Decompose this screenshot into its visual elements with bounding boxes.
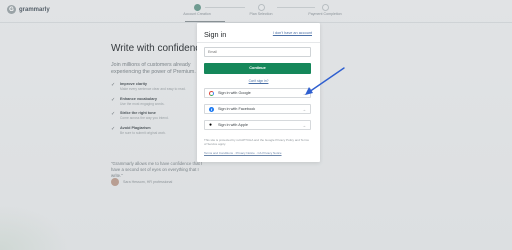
check-icon: ✓	[111, 111, 116, 117]
testimonial-author: Sara Hessom, HR professional	[111, 178, 172, 186]
step-payment-completion: Payment Completion	[303, 4, 347, 16]
testimonial-quote: "Grammarly allows me to have confidence …	[111, 161, 203, 178]
facebook-icon: f	[209, 106, 214, 112]
apple-sign-in-button[interactable]: ● Sign in with Apple →	[204, 120, 311, 130]
feature-item: ✓ Avoid Plagiarism Be sure to submit ori…	[111, 126, 201, 136]
legal-links[interactable]: Terms and Conditions · Privacy Notice · …	[204, 151, 282, 155]
continue-button[interactable]: Continue	[204, 63, 311, 74]
feature-desc: Be sure to submit original work.	[120, 130, 166, 135]
feature-desc: Make every sentence clear and easy to re…	[120, 87, 186, 91]
google-sign-in-label: Sign in with Google	[218, 91, 251, 95]
apple-sign-in-label: Sign in with Apple	[218, 123, 248, 127]
check-icon: ✓	[111, 96, 116, 103]
arrow-right-icon: →	[302, 122, 306, 128]
step-circle-icon	[321, 4, 329, 11]
dialog-title: Sign in	[204, 30, 227, 39]
feature-desc: Come across the way you intend.	[120, 116, 169, 120]
progress-steps: Account Creation Plan Selection Payment …	[175, 4, 345, 20]
author-name: Sara Hessom, HR professional	[123, 180, 173, 184]
facebook-sign-in-label: Sign in with Facebook	[218, 107, 256, 111]
feature-desc: Use the most engaging words.	[120, 101, 165, 106]
grammarly-logo-icon: G	[7, 5, 16, 14]
step-label: Payment Completion	[308, 12, 342, 16]
corner-decoration	[0, 205, 70, 250]
step-circle-icon	[257, 4, 265, 11]
feature-item: ✓ Enhance vocabulary Use the most engagi…	[111, 97, 201, 107]
apple-icon: ●	[209, 121, 213, 128]
page-subtitle: Join millions of customers already exper…	[111, 62, 196, 75]
recaptcha-legal-text: This site is protected by reCAPTCHA and …	[204, 138, 309, 147]
annotation-arrow-icon	[305, 67, 345, 95]
feature-item: ✓ Improve clarity Make every sentence cl…	[111, 82, 201, 92]
google-sign-in-button[interactable]: Sign in with Google →	[204, 88, 311, 98]
avatar	[111, 178, 119, 186]
step-account-creation: Account Creation	[177, 4, 217, 16]
logo[interactable]: G grammarly	[7, 5, 50, 14]
check-icon: ✓	[111, 82, 116, 88]
step-plan-selection: Plan Selection	[241, 4, 281, 16]
email-field[interactable]	[204, 47, 311, 57]
facebook-sign-in-button[interactable]: f Sign in with Facebook →	[204, 104, 311, 114]
google-icon	[209, 90, 214, 96]
check-icon: ✓	[111, 125, 116, 132]
step-circle-icon	[193, 4, 201, 11]
arrow-right-icon: →	[302, 106, 306, 112]
page-headline: Write with confidence	[111, 43, 206, 54]
step-label: Account Creation	[183, 12, 211, 16]
page-background: G grammarly Account Creation Plan Select…	[0, 0, 512, 250]
feature-list: ✓ Improve clarity Make every sentence cl…	[111, 82, 201, 140]
step-label: Plan Selection	[249, 12, 273, 16]
dialog-divider	[197, 42, 320, 43]
logo-text: grammarly	[19, 6, 50, 13]
feature-item: ✓ Strike the right tone Come across the …	[111, 111, 201, 121]
no-account-link[interactable]: I don't have an account	[273, 31, 312, 35]
